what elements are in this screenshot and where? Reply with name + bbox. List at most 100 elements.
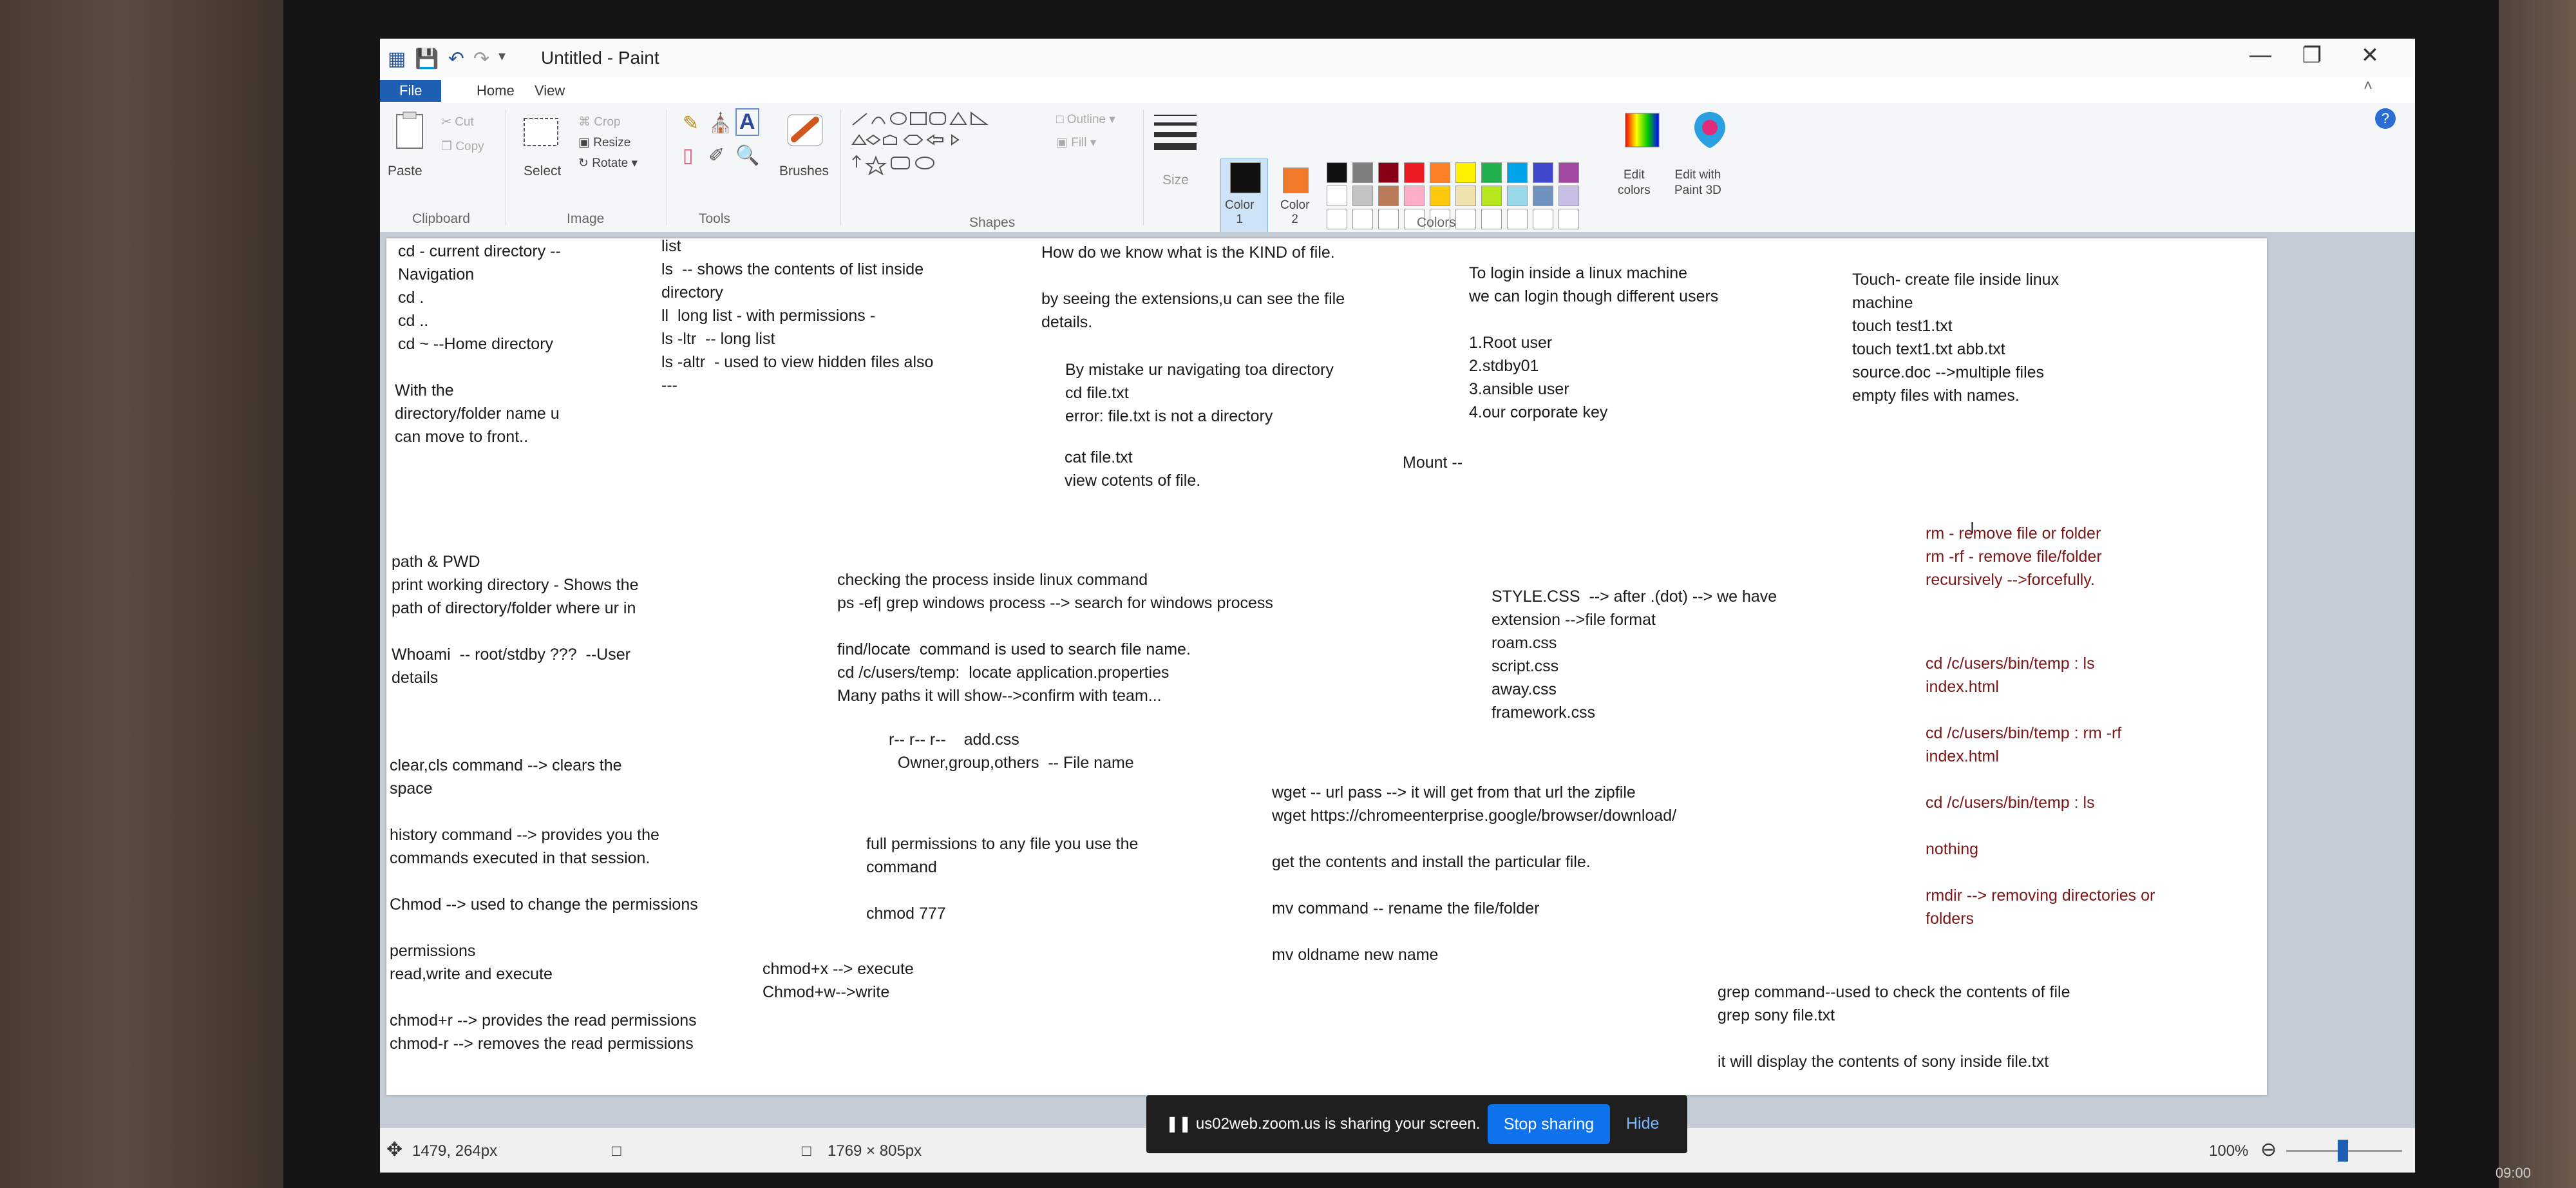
collapse-ribbon-icon[interactable]: ˄ [2363, 77, 2372, 95]
note-chmod-xw: chmod+x --> execute Chmod+w-->write [762, 960, 914, 1001]
note-pwd-whoami: path & PWD print working directory - Sho… [392, 553, 639, 687]
zoom-out-icon[interactable]: ⊖ [2260, 1138, 2277, 1161]
cut-button[interactable]: ✂ Cut [441, 115, 474, 129]
copy-button[interactable]: ❐ Copy [441, 139, 484, 154]
edit-paint3d-button[interactable]: Edit with Paint 3D [1674, 168, 1721, 198]
group-tools: Tools [699, 211, 731, 226]
redo-icon[interactable]: ↷ [473, 48, 489, 70]
taskbar-clock: 09:00 [2495, 1165, 2531, 1181]
note-css-extensions: STYLE.CSS --> after .(dot) --> we have e… [1492, 588, 1777, 722]
color1-swatch[interactable] [1230, 162, 1261, 193]
canvas-size: 1769 × 805px [828, 1142, 922, 1160]
size-icon[interactable] [1153, 112, 1198, 151]
palette-swatch[interactable] [1533, 186, 1553, 206]
palette-swatch[interactable] [1507, 209, 1528, 229]
palette-swatch[interactable] [1455, 186, 1476, 206]
color2-button[interactable]: Color 2 [1280, 198, 1309, 227]
brushes-button[interactable]: Brushes [779, 164, 829, 179]
palette-swatch[interactable] [1378, 162, 1399, 183]
zoom-level: 100% [2209, 1142, 2249, 1160]
color1-button[interactable]: Color 1 [1225, 198, 1254, 227]
shapes-gallery[interactable] [850, 111, 1043, 182]
edit-colors-icon[interactable] [1623, 111, 1662, 149]
group-clipboard: Clipboard [412, 211, 470, 226]
palette-swatch[interactable] [1507, 162, 1528, 183]
palette-swatch[interactable] [1378, 186, 1399, 206]
palette-swatch[interactable] [1352, 162, 1373, 183]
eraser-icon[interactable]: ▯ [683, 144, 694, 167]
palette-swatch[interactable] [1558, 162, 1579, 183]
stop-sharing-button[interactable]: Stop sharing [1488, 1104, 1610, 1144]
palette-swatch[interactable] [1558, 209, 1579, 229]
select-icon[interactable] [522, 116, 560, 148]
color2-swatch[interactable] [1283, 168, 1309, 193]
text-cursor-icon: I [1970, 518, 1975, 537]
note-cd-file-error: By mistake ur navigating toa directory c… [1065, 361, 1334, 425]
canvas-area: cd - current directory -- Navigation cd … [380, 232, 2415, 1127]
paint3d-icon[interactable] [1690, 110, 1729, 151]
crop-button[interactable]: ⌘ Crop [578, 115, 620, 129]
edit-colors-button[interactable]: Edit colors [1618, 168, 1651, 198]
palette-swatch[interactable] [1430, 162, 1450, 183]
help-icon[interactable]: ? [2375, 108, 2396, 129]
quick-access-toolbar: ▦ 💾 ↶ ↷ ▾ [388, 48, 506, 70]
size-button[interactable]: Size [1162, 173, 1189, 188]
palette-swatch[interactable] [1352, 209, 1373, 229]
palette-swatch[interactable] [1378, 209, 1399, 229]
palette-swatch[interactable] [1533, 209, 1553, 229]
fill-bucket-icon[interactable]: ⛪ [708, 112, 732, 135]
save-icon[interactable]: 💾 [415, 48, 439, 70]
palette-swatch[interactable] [1481, 209, 1502, 229]
text-tool-icon[interactable]: A [735, 108, 759, 136]
customize-qat-icon[interactable]: ▾ [498, 48, 506, 70]
share-status: ❚❚ us02web.zoom.us is sharing your scree… [1166, 1115, 1481, 1133]
palette-swatch[interactable] [1327, 186, 1347, 206]
palette-swatch[interactable] [1455, 162, 1476, 183]
palette-swatch[interactable] [1481, 162, 1502, 183]
window-title: Untitled - Paint [541, 48, 659, 68]
paste-button[interactable]: Paste [388, 164, 422, 179]
drawing-canvas[interactable]: cd - current directory -- Navigation cd … [386, 237, 2267, 1095]
palette-swatch[interactable] [1558, 186, 1579, 206]
note-navigation: cd - current directory -- Navigation cd … [398, 242, 561, 353]
close-icon[interactable]: ✕ [2344, 43, 2396, 68]
brushes-icon[interactable] [782, 111, 828, 149]
ribbon-separator [840, 110, 841, 225]
rotate-button[interactable]: ↻ Rotate ▾ [578, 156, 638, 171]
resize-button[interactable]: ▣ Resize [578, 135, 630, 150]
cursor-position: 1479, 264px [412, 1142, 498, 1160]
hide-button[interactable]: Hide [1626, 1115, 1659, 1133]
palette-swatch[interactable] [1430, 186, 1450, 206]
paste-icon[interactable] [394, 111, 426, 151]
undo-icon[interactable]: ↶ [448, 48, 464, 70]
note-clear-history-chmod: clear,cls command --> clears the space h… [390, 756, 698, 1053]
desk-background [0, 0, 303, 1188]
select-button[interactable]: Select [524, 164, 561, 179]
note-touch: Touch- create file inside linux machine … [1852, 271, 2059, 405]
pencil-icon[interactable]: ✎ [683, 112, 699, 135]
note-ps-find: checking the process inside linux comman… [837, 571, 1273, 705]
zoom-slider-thumb[interactable] [2338, 1140, 2348, 1162]
tab-view[interactable]: View [515, 80, 584, 102]
palette-swatch[interactable] [1352, 186, 1373, 206]
note-login-users: To login inside a linux machine we can l… [1469, 264, 1719, 421]
fill-button[interactable]: ▣ Fill ▾ [1056, 135, 1096, 150]
minimize-icon[interactable]: — [2235, 43, 2286, 68]
palette-swatch[interactable] [1327, 162, 1347, 183]
maximize-icon[interactable]: ❐ [2286, 43, 2338, 68]
tab-file[interactable]: File [380, 80, 442, 102]
note-grep: grep command--used to check the contents… [1718, 983, 2070, 1071]
palette-swatch[interactable] [1404, 186, 1425, 206]
palette-swatch[interactable] [1455, 209, 1476, 229]
color-picker-icon[interactable]: ✐ [708, 144, 724, 167]
palette-swatch[interactable] [1327, 209, 1347, 229]
note-folder-name: With the directory/folder name u can mov… [395, 381, 560, 446]
outline-button[interactable]: □ Outline ▾ [1056, 112, 1115, 127]
palette-swatch[interactable] [1481, 186, 1502, 206]
group-shapes: Shapes [969, 215, 1016, 230]
palette-swatch[interactable] [1533, 162, 1553, 183]
ribbon-tabs: File Home View ˄ [380, 77, 2415, 104]
palette-swatch[interactable] [1404, 162, 1425, 183]
palette-swatch[interactable] [1507, 186, 1528, 206]
magnifier-icon[interactable]: 🔍 [735, 144, 759, 167]
